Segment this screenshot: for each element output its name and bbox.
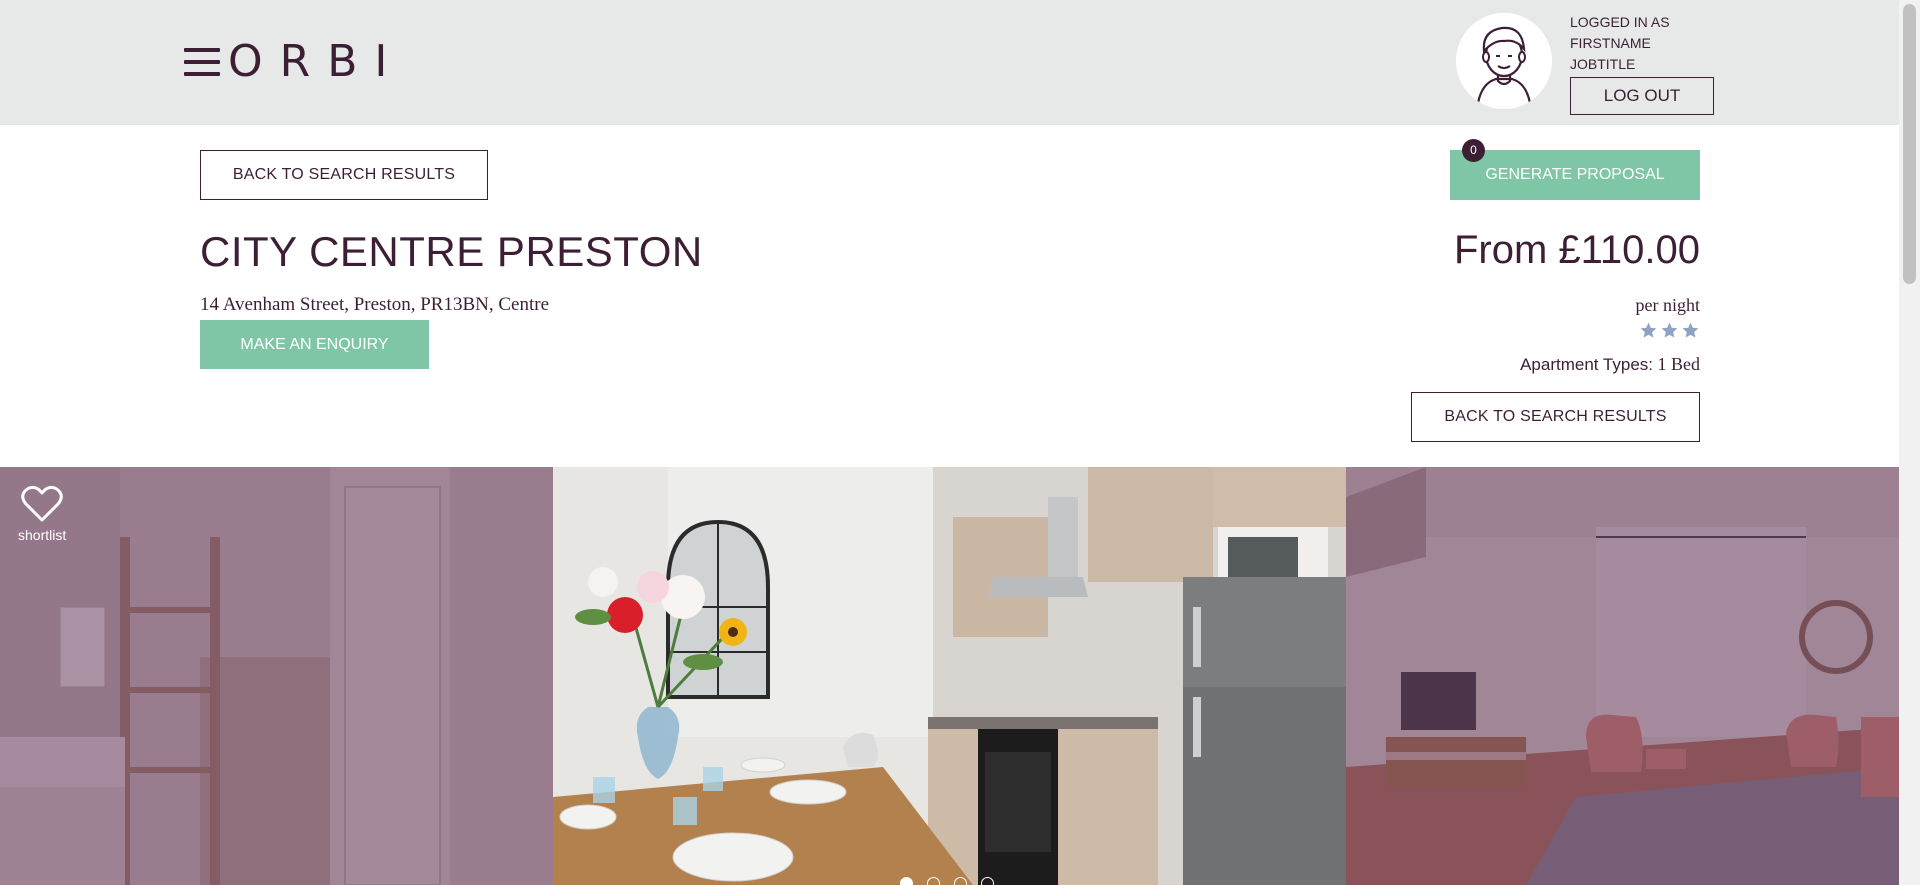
photo-gallery[interactable]: shortlist [0, 467, 1899, 885]
gallery-slide-living-room[interactable] [1346, 467, 1899, 885]
gallery-slide-bathroom[interactable] [0, 467, 553, 885]
star-icon [1661, 322, 1678, 338]
gallery-slide-kitchen[interactable] [553, 467, 1346, 885]
slide-overlay [0, 467, 553, 885]
shortlist-toggle[interactable]: shortlist [18, 485, 66, 543]
gallery-dot-4[interactable] [981, 877, 994, 885]
logout-button[interactable]: LOG OUT [1570, 77, 1714, 115]
apartment-types: Apartment Types: 1 Bed [1520, 354, 1700, 375]
logged-in-label: LOGGED IN AS [1570, 14, 1670, 30]
scrollbar-thumb[interactable] [1903, 4, 1916, 284]
gallery-pagination [900, 877, 994, 885]
property-address: 14 Avenham Street, Preston, PR13BN, Cent… [200, 294, 550, 315]
star-icon [1640, 322, 1657, 338]
user-info: LOGGED IN AS FIRSTNAME JOBTITLE LOG OUT [1570, 12, 1720, 115]
apartment-types-label: Apartment Types: [1520, 355, 1653, 374]
make-enquiry-button[interactable]: MAKE AN ENQUIRY [200, 320, 429, 369]
slide-overlay [1346, 467, 1899, 885]
apartment-types-value: 1 Bed [1657, 354, 1701, 374]
brand-logo[interactable]: ORBI [184, 40, 404, 84]
user-avatar [1456, 13, 1552, 109]
price-unit: per night [1635, 295, 1701, 315]
star-icon [1682, 322, 1699, 338]
generate-proposal-button[interactable]: GENERATE PROPOSAL [1450, 150, 1700, 200]
kitchen-photo [553, 467, 1346, 885]
top-header: ORBI LOGGED IN AS FIRSTNAME JOBTITLE LOG… [0, 0, 1899, 125]
property-title: CITY CENTRE PRESTON [200, 228, 703, 275]
page-scrollbar[interactable] [1899, 0, 1920, 885]
star-rating [1639, 321, 1700, 340]
user-firstname: FIRSTNAME [1570, 35, 1651, 51]
proposal-count-badge: 0 [1462, 139, 1485, 162]
gallery-dot-3[interactable] [954, 877, 967, 885]
heart-icon [21, 485, 63, 522]
user-jobtitle: JOBTITLE [1570, 56, 1636, 72]
gallery-dot-1[interactable] [900, 877, 913, 885]
user-avatar-icon [1456, 13, 1552, 109]
logo-text: ORBI [228, 36, 405, 87]
shortlist-label: shortlist [18, 527, 67, 543]
back-to-search-results-button-secondary[interactable]: BACK TO SEARCH RESULTS [1411, 392, 1700, 442]
hamburger-menu-icon[interactable] [184, 48, 220, 76]
gallery-dot-2[interactable] [927, 877, 940, 885]
property-price: From £110.00 [1453, 228, 1700, 272]
back-to-search-results-button[interactable]: BACK TO SEARCH RESULTS [200, 150, 488, 200]
